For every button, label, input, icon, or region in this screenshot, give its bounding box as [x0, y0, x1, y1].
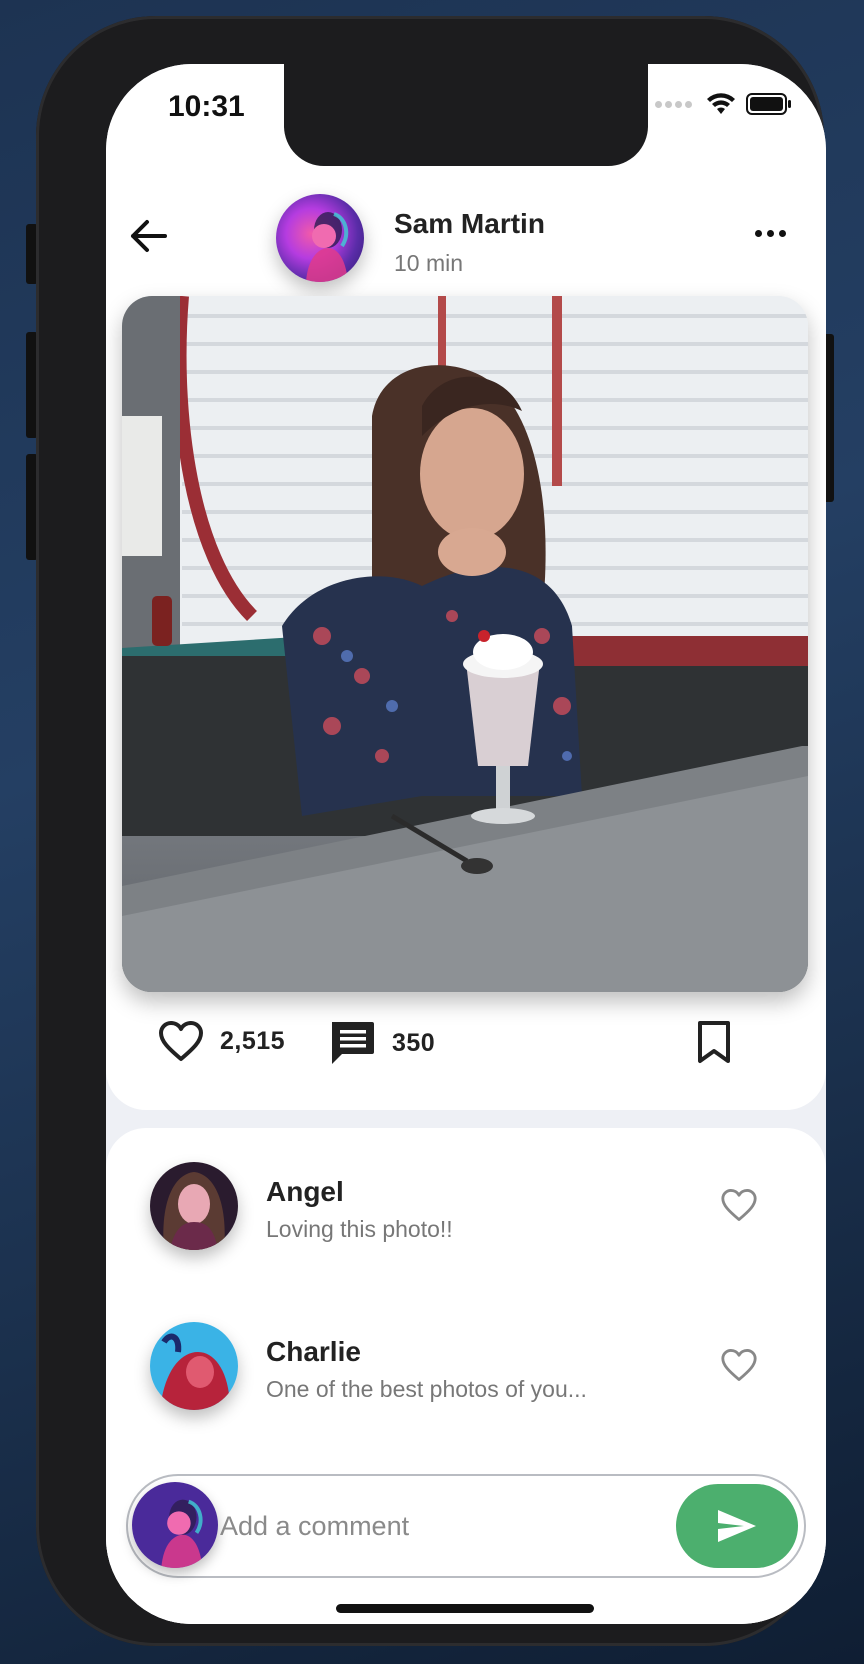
current-user-avatar: [132, 1482, 218, 1568]
heart-outline-icon: [721, 1349, 757, 1381]
post-time: 10 min: [394, 250, 464, 276]
screen: 10:31 Sam Martin 10 min 2,515 350 Angel …: [106, 64, 826, 1624]
notch: [284, 62, 648, 166]
battery-icon: [746, 93, 791, 115]
comment-icon: [332, 1022, 374, 1064]
comment-input[interactable]: [220, 1502, 640, 1550]
comment-bar: [126, 1474, 806, 1578]
status-icons: [655, 92, 792, 116]
phone-frame: 10:31 Sam Martin 10 min 2,515 350 Angel …: [36, 16, 826, 1646]
commenter-name[interactable]: Angel: [266, 1176, 344, 1208]
heart-outline-icon: [721, 1189, 757, 1221]
send-icon: [718, 1510, 756, 1542]
status-time: 10:31: [168, 90, 245, 123]
like-action[interactable]: 2,515: [158, 1020, 285, 1062]
arrow-left-icon: [131, 220, 167, 252]
post-card: 10:31 Sam Martin 10 min 2,515 350: [106, 64, 826, 1110]
comment-action[interactable]: 350: [328, 1020, 435, 1066]
author-name[interactable]: Sam Martin: [394, 208, 545, 240]
back-button[interactable]: [126, 214, 170, 258]
comment-item: Charlie One of the best photos of you...: [106, 1322, 826, 1422]
wifi-icon: [707, 93, 735, 114]
comment-count: 350: [392, 1028, 436, 1057]
comment-item: Angel Loving this photo!!: [106, 1162, 826, 1262]
comment-text: One of the best photos of you...: [266, 1376, 587, 1402]
commenter-name[interactable]: Charlie: [266, 1336, 361, 1368]
home-indicator: [336, 1604, 594, 1613]
more-options-button[interactable]: [755, 230, 786, 237]
post-photo[interactable]: [122, 296, 808, 992]
comment-like-button[interactable]: [720, 1348, 758, 1387]
send-button[interactable]: [676, 1484, 798, 1568]
post-actions: 2,515 350: [106, 1012, 826, 1076]
heart-icon: [159, 1021, 203, 1061]
comment-composer: [106, 1454, 826, 1624]
comment-text: Loving this photo!!: [266, 1216, 453, 1242]
commenter-avatar[interactable]: [150, 1322, 238, 1410]
like-count: 2,515: [220, 1026, 286, 1055]
bookmark-icon: [698, 1021, 730, 1063]
author-avatar[interactable]: [276, 194, 364, 282]
post-header: Sam Martin 10 min: [106, 174, 826, 304]
commenter-avatar[interactable]: [150, 1162, 238, 1250]
bookmark-button[interactable]: [696, 1020, 732, 1064]
signal-icon: [655, 100, 692, 108]
comment-like-button[interactable]: [720, 1188, 758, 1227]
